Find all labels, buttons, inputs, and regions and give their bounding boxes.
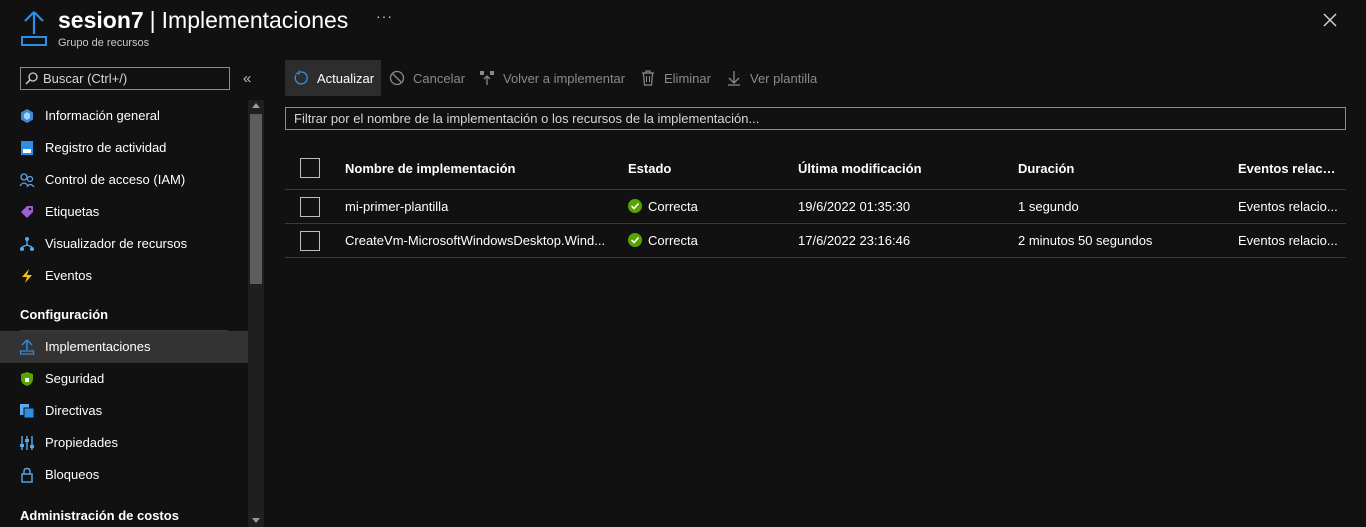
upload-icon — [19, 339, 35, 355]
search-icon — [25, 72, 38, 85]
column-header-name[interactable]: Nombre de implementación — [345, 161, 607, 176]
status-cell: Correcta — [628, 233, 778, 248]
success-check-icon — [628, 199, 642, 213]
sidebar-item-events[interactable]: Eventos — [0, 260, 248, 292]
cube-icon — [21, 109, 33, 123]
deployment-name-link[interactable]: mi-primer-plantilla — [345, 199, 607, 214]
status-text: Correcta — [648, 233, 698, 248]
sidebar-item-label: Seguridad — [45, 371, 105, 386]
duration-cell: 2 minutos 50 segundos — [1018, 233, 1153, 248]
log-icon — [21, 141, 33, 155]
policy-icon — [20, 404, 35, 419]
column-header-modified[interactable]: Última modificación — [798, 161, 998, 176]
scroll-up-arrow[interactable] — [252, 103, 260, 108]
related-events-link[interactable]: Eventos relacio... — [1238, 199, 1338, 214]
delete-label: Eliminar — [664, 70, 711, 86]
section-heading-cost-management: Administración de costos — [20, 508, 179, 523]
sidebar-item-resource-visualizer[interactable]: Visualizador de recursos — [0, 228, 248, 260]
sidebar-item-label: Visualizador de recursos — [45, 236, 188, 251]
sidebar-item-activity-log[interactable]: Registro de actividad — [0, 132, 248, 164]
refresh-button[interactable]: Actualizar — [285, 60, 381, 96]
page-header: sesion7 | Implementaciones Grupo de recurs… — [0, 0, 1366, 58]
close-icon[interactable] — [1320, 10, 1340, 30]
cancel-button[interactable]: Cancelar — [389, 60, 465, 96]
refresh-label: Actualizar — [317, 70, 375, 86]
menu-search-input[interactable] — [43, 70, 223, 87]
delete-button[interactable]: Eliminar — [640, 60, 711, 96]
menu-scrollbar[interactable] — [248, 100, 264, 527]
sidebar-item-label: Directivas — [45, 403, 103, 418]
deployment-filter[interactable] — [285, 107, 1346, 130]
status-text: Correcta — [648, 199, 698, 214]
cancel-icon — [389, 70, 405, 86]
sidebar-item-label: Etiquetas — [45, 204, 100, 219]
modified-cell: 19/6/2022 01:35:30 — [798, 199, 911, 214]
sidebar-item-properties[interactable]: Propiedades — [0, 427, 248, 459]
duration-cell: 1 segundo — [1018, 199, 1079, 214]
row-checkbox[interactable] — [300, 231, 320, 251]
sidebar-item-security[interactable]: Seguridad — [0, 363, 248, 395]
sidebar-item-label: Propiedades — [45, 435, 118, 450]
sidebar-item-label: Registro de actividad — [45, 140, 167, 155]
column-header-duration[interactable]: Duración — [1018, 161, 1218, 176]
section-heading-configuration: Configuración — [20, 307, 109, 322]
row-checkbox[interactable] — [300, 197, 320, 217]
collapse-menu-button[interactable]: « — [243, 70, 251, 87]
page-title: sesion7 | Implementaciones — [58, 6, 348, 34]
sidebar-item-label: Eventos — [45, 268, 92, 283]
sidebar-item-tags[interactable]: Etiquetas — [0, 196, 248, 228]
deployment-name-link[interactable]: CreateVm-MicrosoftWindowsDesktop.Wind... — [345, 233, 607, 248]
table-header-row: Nombre de implementación Estado Última m… — [285, 150, 1346, 190]
more-options-button[interactable]: ··· — [376, 8, 393, 24]
modified-cell: 17/6/2022 23:16:46 — [798, 233, 911, 248]
filter-input[interactable] — [294, 110, 1334, 127]
sidebar-item-label: Control de acceso (IAM) — [45, 172, 186, 187]
command-bar: Actualizar Cancelar Volver a implementar… — [285, 60, 1345, 96]
view-template-label: Ver plantilla — [750, 70, 818, 86]
scroll-thumb[interactable] — [250, 114, 262, 284]
view-template-button[interactable]: Ver plantilla — [726, 60, 817, 96]
sidebar-item-label: Implementaciones — [45, 339, 151, 354]
sidebar-item-deployments[interactable]: Implementaciones — [0, 331, 248, 363]
shield-icon — [21, 372, 33, 386]
success-check-icon — [628, 233, 642, 247]
resource-type: Grupo de recursos — [58, 37, 150, 49]
lock-icon — [21, 467, 33, 483]
users-icon — [19, 173, 35, 188]
table-row: mi-primer-plantilla Correcta 19/6/2022 0… — [285, 190, 1346, 224]
status-cell: Correcta — [628, 199, 778, 214]
sidebar-item-label: Bloqueos — [45, 467, 100, 482]
sidebar-item-policies[interactable]: Directivas — [0, 395, 248, 427]
sidebar-item-overview[interactable]: Información general — [0, 100, 248, 132]
resource-name: sesion7 — [58, 7, 144, 33]
download-icon — [728, 71, 740, 86]
redeploy-button[interactable]: Volver a implementar — [479, 60, 625, 96]
select-all-checkbox[interactable] — [300, 158, 320, 178]
sliders-icon — [20, 436, 34, 450]
resource-menu: « Información general Registro de activi… — [0, 58, 266, 527]
tag-icon — [21, 206, 33, 218]
title-separator: | — [149, 7, 156, 33]
sidebar-item-label: Información general — [45, 108, 160, 123]
related-events-link[interactable]: Eventos relacio... — [1238, 233, 1338, 248]
bolt-icon — [22, 269, 32, 283]
cancel-label: Cancelar — [413, 70, 466, 86]
sidebar-item-iam[interactable]: Control de acceso (IAM) — [0, 164, 248, 196]
column-header-state[interactable]: Estado — [628, 161, 778, 176]
refresh-icon — [294, 70, 308, 85]
scroll-down-arrow[interactable] — [252, 518, 260, 523]
sidebar-item-locks[interactable]: Bloqueos — [0, 459, 248, 491]
table-row: CreateVm-MicrosoftWindowsDesktop.Wind...… — [285, 224, 1346, 258]
redeploy-label: Volver a implementar — [503, 70, 626, 86]
column-header-events[interactable]: Eventos relacio... — [1238, 161, 1338, 176]
tree-icon — [20, 237, 34, 251]
blade-title: Implementaciones — [161, 7, 349, 33]
redeploy-icon — [480, 71, 494, 85]
upload-icon — [21, 11, 47, 46]
menu-search[interactable] — [20, 67, 230, 90]
trash-icon — [642, 70, 654, 86]
